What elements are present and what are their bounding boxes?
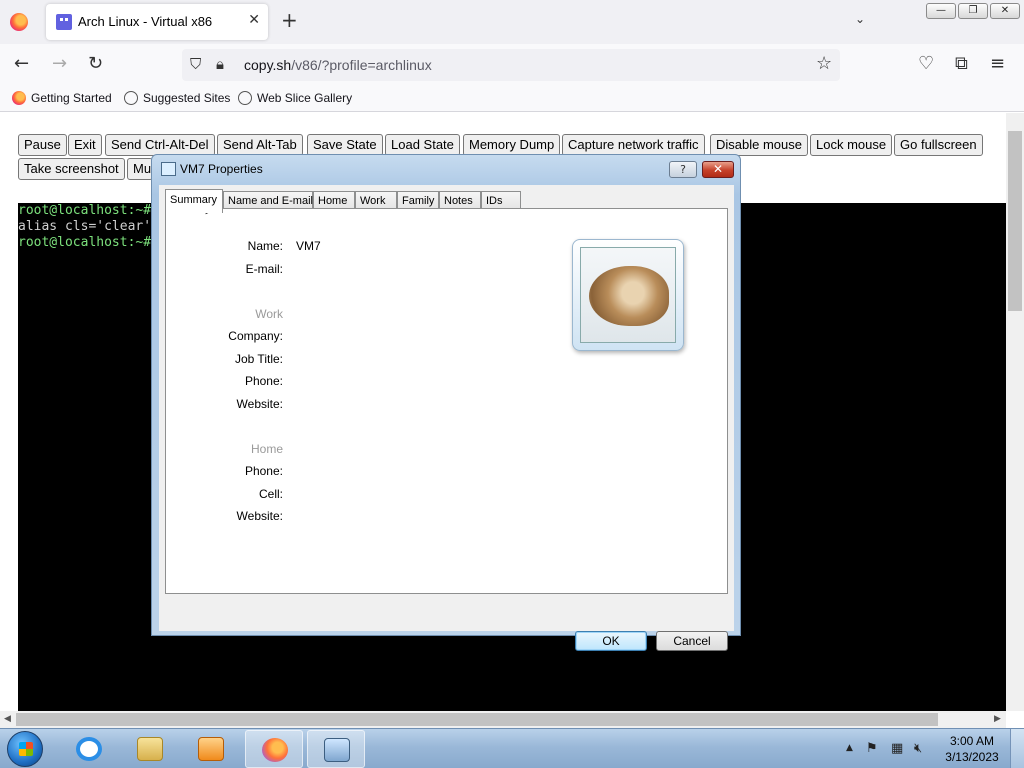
back-icon[interactable]: ←	[14, 54, 29, 74]
globe-icon	[238, 91, 252, 105]
menu-icon[interactable]: ≡	[990, 54, 1005, 74]
taskbar-internet-explorer[interactable]	[60, 730, 118, 768]
firefox-icon[interactable]	[10, 13, 28, 31]
pause-button[interactable]: Pause	[18, 134, 67, 156]
firefox-icon	[262, 738, 288, 762]
cell-label: Cell:	[258, 487, 283, 501]
bookmark-suggested-sites[interactable]: Suggested Sites	[124, 91, 230, 105]
minimize-icon[interactable]: —	[926, 3, 956, 19]
contact-photo[interactable]	[572, 239, 684, 351]
home-phone-label: Phone:	[244, 464, 283, 478]
exit-button[interactable]: Exit	[68, 134, 102, 156]
dialog-title: VM7 Properties	[180, 162, 263, 176]
taskbar-firefox[interactable]	[245, 730, 303, 768]
shield-icon[interactable]: ⛉	[190, 54, 201, 74]
lock-mouse-button[interactable]: Lock mouse	[810, 134, 893, 156]
ok-button[interactable]: OK	[575, 631, 647, 651]
terminal-line-3: root@localhost:~#	[18, 235, 152, 250]
scrollbar-thumb[interactable]	[16, 713, 938, 726]
browser-tab-bar: Arch Linux - Virtual x86 ✕ + ⌄ — ❐ ✕	[0, 0, 1024, 44]
save-state-button[interactable]: Save State	[307, 134, 383, 156]
navigation-bar: ← → ↻ ⛉ 🔒︎ copy.sh/v86/?profile=archlinu…	[0, 44, 1024, 86]
bookmarks-toolbar: Getting Started Suggested Sites Web Slic…	[0, 86, 1024, 112]
clock-time: 3:00 AM	[949, 734, 995, 748]
restore-icon[interactable]: ❐	[958, 3, 988, 19]
dialog-close-button[interactable]: ✕	[702, 161, 734, 178]
system-clock[interactable]: 3:00 AM 3/13/2023	[940, 733, 1004, 765]
disable-mouse-button[interactable]: Disable mouse	[710, 134, 808, 156]
summary-panel: Name: VM7 E-mail: Work Company: Job Titl…	[165, 208, 728, 594]
contact-properties-dialog: VM7 Properties ? ✕ Summary Name and E-ma…	[151, 154, 741, 651]
pocket-icon[interactable]: ♡	[918, 54, 934, 74]
url-text[interactable]: copy.sh/v86/?profile=archlinux	[244, 57, 432, 73]
firefox-icon	[12, 91, 26, 105]
contact-icon	[324, 738, 350, 762]
vertical-scrollbar[interactable]	[1006, 113, 1024, 711]
window-close-icon[interactable]: ✕	[990, 3, 1020, 19]
kitten-picture	[580, 247, 676, 343]
capture-network-traffic-button[interactable]: Capture network traffic	[562, 134, 705, 156]
extensions-icon[interactable]: ⧉	[955, 54, 968, 74]
help-button[interactable]: ?	[669, 161, 697, 178]
cancel-button[interactable]: Cancel	[656, 631, 728, 651]
send-alt-tab-button[interactable]: Send Alt-Tab	[217, 134, 303, 156]
taskbar-media-player[interactable]	[182, 730, 240, 768]
start-button[interactable]	[7, 731, 43, 767]
action-center-flag-icon[interactable]: ⚑	[866, 741, 878, 756]
internet-explorer-icon	[76, 737, 102, 761]
name-value: VM7	[296, 239, 321, 253]
media-player-icon	[198, 737, 224, 761]
network-icon[interactable]: ▦	[891, 741, 903, 756]
work-phone-label: Phone:	[244, 374, 283, 388]
home-website-label: Website:	[236, 509, 283, 523]
new-tab-icon[interactable]: +	[281, 10, 298, 30]
globe-icon	[124, 91, 138, 105]
clock-date: 3/13/2023	[945, 750, 999, 764]
job-title-label: Job Title:	[234, 352, 283, 366]
taskbar: ▲ ⚑ ▦ 🔇︎ 3:00 AM 3/13/2023	[0, 728, 1024, 768]
contact-icon	[161, 162, 176, 176]
v86-favicon-icon	[56, 14, 72, 30]
close-tab-icon[interactable]: ✕	[248, 12, 260, 28]
folder-icon	[137, 737, 163, 761]
tab-title: Arch Linux - Virtual x86	[78, 14, 213, 29]
chevron-down-icon[interactable]: ⌄	[855, 12, 865, 26]
reload-icon[interactable]: ↻	[88, 54, 103, 74]
go-fullscreen-button[interactable]: Go fullscreen	[894, 134, 983, 156]
work-website-label: Website:	[236, 397, 283, 411]
windows-logo-icon	[19, 742, 33, 756]
company-label: Company:	[228, 329, 283, 343]
dialog-body: Summary Name and E-mail Home Work Family…	[159, 185, 734, 651]
email-label: E-mail:	[245, 262, 283, 276]
name-label: Name:	[247, 239, 283, 253]
home-section-heading: Home	[250, 442, 283, 456]
volume-muted-icon[interactable]: 🔇︎	[914, 741, 922, 756]
send-ctrl-alt-del-button[interactable]: Send Ctrl-Alt-Del	[105, 134, 215, 156]
taskbar-contacts[interactable]	[307, 730, 365, 768]
browser-tab[interactable]: Arch Linux - Virtual x86 ✕	[46, 4, 268, 40]
mute-button[interactable]: Mu	[127, 158, 153, 180]
terminal-line-2: alias cls='clear'	[18, 219, 152, 234]
bookmark-star-icon[interactable]: ☆	[816, 54, 832, 74]
scroll-right-icon[interactable]: ▶	[994, 714, 1001, 724]
show-desktop-button[interactable]	[1010, 729, 1024, 768]
bookmark-getting-started[interactable]: Getting Started	[12, 91, 112, 105]
taskbar-explorer[interactable]	[121, 730, 179, 768]
lock-icon[interactable]: 🔒︎	[216, 54, 224, 74]
forward-icon[interactable]: →	[52, 54, 67, 74]
show-hidden-icons-icon[interactable]: ▲	[846, 743, 853, 753]
scroll-left-icon[interactable]: ◀	[4, 714, 11, 724]
take-screenshot-button[interactable]: Take screenshot	[18, 158, 125, 180]
terminal-line-1: root@localhost:~#	[18, 203, 152, 218]
horizontal-scrollbar[interactable]: ◀ ▶	[0, 711, 1006, 728]
load-state-button[interactable]: Load State	[385, 134, 460, 156]
bookmark-web-slice-gallery[interactable]: Web Slice Gallery	[238, 91, 352, 105]
work-section-heading: Work	[255, 307, 283, 321]
kitten-shape	[589, 266, 669, 326]
url-bar[interactable]: ⛉ 🔒︎ copy.sh/v86/?profile=archlinux ☆	[182, 49, 840, 81]
memory-dump-button[interactable]: Memory Dump	[463, 134, 561, 156]
tab-summary[interactable]: Summary	[165, 189, 223, 213]
scrollbar-thumb[interactable]	[1008, 131, 1022, 311]
